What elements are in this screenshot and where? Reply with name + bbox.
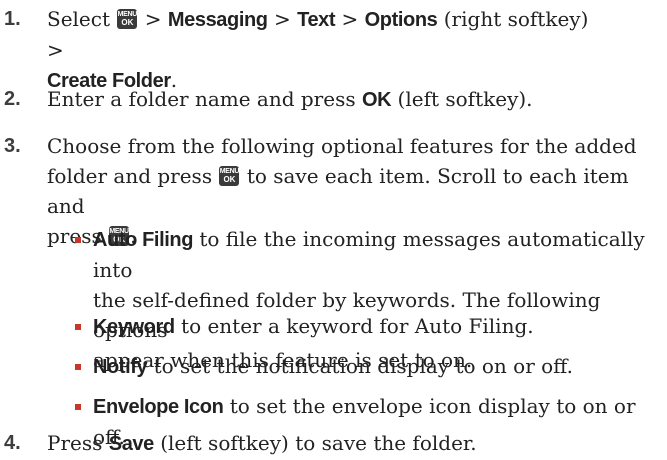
bullet-marker — [75, 404, 81, 410]
menu-ok-key-icon: MENU OK — [117, 9, 137, 29]
step-4-post: (left softkey) to save the folder. — [160, 431, 477, 455]
step-2-post: (left softkey). — [397, 87, 533, 111]
save-softkey: Save — [108, 433, 155, 455]
step-text: Press Save (left softkey) to save the fo… — [47, 428, 607, 459]
ok-softkey: OK — [361, 89, 392, 111]
instruction-page: 1. Select MENU OK > Messaging > Text > Op… — [0, 0, 667, 460]
step-number: 2. — [4, 88, 21, 110]
bullet-text: Keyword to enter a keyword for Auto Fili… — [93, 311, 653, 342]
step-text: Enter a folder name and press OK (left s… — [47, 84, 607, 115]
term-auto-filing: Auto Filing — [93, 229, 194, 251]
separator: > — [273, 7, 291, 31]
key-label-ok: OK — [121, 18, 134, 27]
key-label-menu: MENU — [117, 11, 138, 18]
step-2-pre: Enter a folder name and press — [47, 87, 356, 111]
menu-text: Text — [297, 9, 336, 31]
menu-options: Options — [364, 9, 438, 31]
menu-messaging: Messaging — [167, 9, 268, 31]
bullet-marker — [75, 364, 81, 370]
bullet-desc: to set the notification display to on or… — [153, 354, 574, 378]
select-word: Select — [47, 7, 111, 31]
step-number: 3. — [4, 135, 21, 157]
key-label-menu: MENU — [219, 168, 240, 175]
step-4-pre: Press — [47, 431, 103, 455]
step-text: Select MENU OK > Messaging > Text > Optio… — [47, 4, 607, 96]
bullet-desc: to enter a keyword for Auto Filing. — [181, 314, 534, 338]
bullet-text: Notify to set the notification display t… — [93, 351, 653, 382]
step-3-line2a: folder and press — [47, 164, 213, 188]
term-envelope-icon: Envelope Icon — [93, 396, 224, 418]
step-3-line1: Choose from the following optional featu… — [47, 134, 637, 158]
term-notify: Notify — [93, 356, 148, 378]
key-label-ok: OK — [223, 175, 236, 184]
separator: > — [341, 7, 359, 31]
menu-ok-key-icon: MENU OK — [219, 166, 239, 186]
step-number: 1. — [4, 8, 21, 30]
bullet-marker — [75, 324, 81, 330]
bullet-marker — [75, 237, 81, 243]
separator: > — [144, 7, 162, 31]
term-keyword: Keyword — [93, 316, 175, 338]
step-number: 4. — [4, 432, 21, 454]
